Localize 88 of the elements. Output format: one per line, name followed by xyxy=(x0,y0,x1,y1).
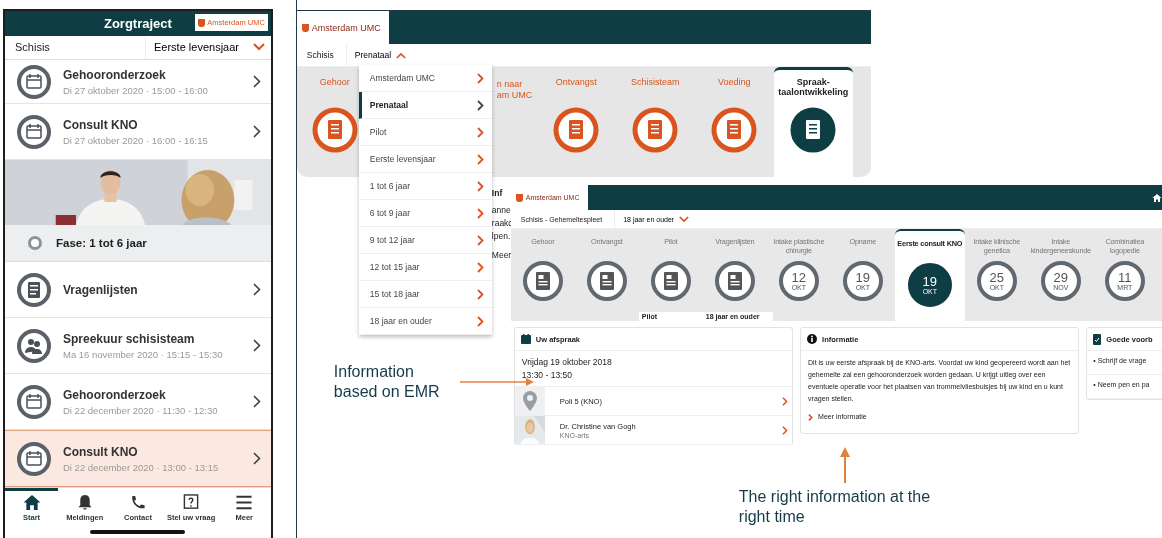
chevron-icon xyxy=(476,99,484,111)
phase-title: Fase: 1 tot 6 jaar xyxy=(56,237,147,250)
timeline-item[interactable]: Consult KNO Di 22 december 2020 · 13:00 - 13:15 xyxy=(5,430,271,488)
chevron-icon xyxy=(476,288,484,300)
phase-dropdown[interactable]: Prenataal xyxy=(346,50,415,60)
chevron-icon xyxy=(476,261,484,273)
arrow-icon xyxy=(459,378,534,386)
timeline-item[interactable]: Spreekuur schisisteam Ma 16 november 2020 · 15:15 - 15:30 xyxy=(5,318,271,375)
document-icon xyxy=(711,107,758,153)
appointment-time: Ma 16 november 2020 · 15:15 - 15:30 xyxy=(63,348,224,360)
paragraph-text: lpen. xyxy=(491,231,512,241)
chevron-icon xyxy=(252,75,261,89)
menu-item[interactable]: 15 tot 18 jaar xyxy=(358,281,492,308)
paragraph-text: anne xyxy=(491,205,512,215)
chevron-icon xyxy=(476,234,484,246)
menu-item[interactable]: Eerste levensjaar xyxy=(358,146,492,173)
timeline-node-icon xyxy=(17,384,51,419)
appointment-time: 13:30 - 13:50 xyxy=(521,370,573,380)
chevron-icon xyxy=(782,425,789,435)
logo: Amsterdam UMC xyxy=(296,11,389,44)
timeline-node-icon xyxy=(17,272,51,307)
appointment-title: Consult KNO xyxy=(63,117,139,132)
chevron-icon xyxy=(252,395,261,409)
more-link[interactable]: Meer xyxy=(491,250,513,260)
timeline-node-icon xyxy=(17,114,51,149)
appointment-title: Consult KNO xyxy=(63,444,139,459)
phase-dropdown[interactable]: Eerste levensjaar xyxy=(145,35,271,60)
phase-node-icon xyxy=(28,236,42,251)
appointment-date: Vrijdag 19 oktober 2018 xyxy=(521,357,613,367)
annotation-text: Information based on EMR xyxy=(333,362,441,402)
menu-item[interactable]: 12 tot 15 jaar xyxy=(358,254,492,281)
chevron-icon xyxy=(476,72,484,84)
chevron-icon xyxy=(476,126,484,138)
appointment-title: Spreekuur schisisteam xyxy=(63,331,196,346)
timeline-item[interactable]: Gehooronderzoek Di 22 december 2020 · 11:30 - 12:30 xyxy=(5,374,271,431)
screen-title: Zorgtraject xyxy=(103,15,172,31)
condition-label: Schisis xyxy=(296,44,347,66)
document-icon xyxy=(714,261,755,301)
arrow-icon xyxy=(839,447,850,483)
home-icon xyxy=(21,494,42,512)
appointment-title: Gehooronderzoek xyxy=(63,387,167,402)
chevron-icon xyxy=(476,207,484,219)
menu-item[interactable]: 6 tot 9 jaar xyxy=(358,200,492,227)
appointment-title: Vragenlijsten xyxy=(63,282,139,297)
chevron-icon xyxy=(782,396,789,406)
appointment-time: Di 22 december 2020 · 11:30 - 12:30 xyxy=(63,404,219,416)
chevron-icon xyxy=(476,315,484,327)
info-icon xyxy=(807,334,818,344)
menu-item[interactable]: 18 jaar en ouder xyxy=(358,308,492,335)
appointment-time: Di 27 oktober 2020 · 16:00 - 16:15 xyxy=(63,134,209,146)
home-icon[interactable] xyxy=(1151,192,1162,203)
document-icon xyxy=(553,107,600,153)
chevron-icon xyxy=(476,180,484,192)
condition-label: Schisis xyxy=(14,41,51,54)
document-icon xyxy=(790,107,837,153)
chevron-icon xyxy=(252,452,261,466)
calendar-icon xyxy=(520,334,531,344)
document-icon xyxy=(522,261,563,301)
timeline-item[interactable]: Gehooronderzoek Di 27 oktober 2020 · 15:00 - 16:00 xyxy=(5,60,271,105)
location-pin-icon xyxy=(522,391,537,411)
appointment-time: Di 27 oktober 2020 · 15:00 - 16:00 xyxy=(63,84,209,96)
menu-icon xyxy=(234,494,255,512)
menu-item[interactable]: 9 tot 12 jaar xyxy=(358,227,492,254)
annotation-text: The right information at the right time xyxy=(738,487,932,527)
chevron-icon xyxy=(252,283,261,297)
document-icon xyxy=(311,107,358,153)
menu-item[interactable]: Prenataal xyxy=(358,92,492,119)
paragraph-text: raakc xyxy=(491,218,513,228)
clipboard-icon xyxy=(1093,333,1102,345)
timeline-node-icon xyxy=(17,64,51,99)
timeline-node-icon xyxy=(17,328,51,363)
timeline-item[interactable]: Consult KNO Di 27 oktober 2020 · 16:00 - 16:15 xyxy=(5,104,271,161)
chevron-icon xyxy=(252,339,261,353)
menu-item[interactable]: 1 tot 6 jaar xyxy=(358,173,492,200)
section-heading: Inf xyxy=(491,188,504,198)
menu-item[interactable]: Pilot xyxy=(358,119,492,146)
timeline-node-icon xyxy=(17,441,51,476)
chevron-icon xyxy=(808,413,814,421)
menu-item[interactable]: Amsterdam UMC xyxy=(358,65,492,92)
appointment-time: Di 22 december 2020 · 13:00 - 13:15 xyxy=(63,461,220,473)
document-icon xyxy=(650,261,691,301)
timeline-item[interactable]: Vragenlijsten xyxy=(5,262,271,319)
appointment-title: Gehooronderzoek xyxy=(63,67,167,82)
step-tab[interactable]: Spraak-taalontwikkeling xyxy=(773,67,853,177)
document-icon xyxy=(632,107,679,153)
chevron-icon xyxy=(476,153,484,165)
chevron-icon xyxy=(252,125,261,139)
document-icon xyxy=(586,261,627,301)
